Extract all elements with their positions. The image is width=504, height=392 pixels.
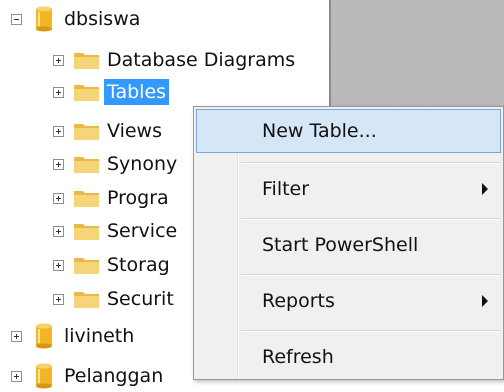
menu-separator — [241, 330, 501, 332]
collapse-icon[interactable] — [11, 13, 22, 25]
folder-label-selected[interactable]: Tables — [104, 79, 170, 105]
submenu-arrow-icon — [482, 295, 488, 307]
tree-folder-tables[interactable]: Tables — [53, 76, 170, 108]
tree-node-pelanggan[interactable]: Pelanggan — [11, 360, 163, 392]
expand-icon[interactable] — [53, 225, 64, 237]
database-label[interactable]: dbsiswa — [64, 6, 140, 32]
folder-label[interactable]: Securit — [107, 286, 174, 312]
tree-folder-security[interactable]: Securit — [53, 283, 174, 315]
expand-icon[interactable] — [53, 125, 64, 137]
context-menu: New Table... Filter Start PowerShell Rep… — [193, 106, 504, 380]
menu-separator — [241, 162, 501, 164]
database-label[interactable]: Pelanggan — [64, 363, 163, 389]
expand-icon[interactable] — [53, 158, 64, 170]
expand-icon[interactable] — [53, 86, 64, 98]
submenu-arrow-icon — [482, 183, 488, 195]
folder-icon — [74, 224, 99, 240]
expand-icon[interactable] — [53, 259, 64, 271]
tree-folder-storage[interactable]: Storag — [53, 249, 170, 281]
database-icon — [36, 323, 52, 349]
menu-item-filter[interactable]: Filter — [196, 167, 501, 211]
folder-label[interactable]: Synony — [107, 151, 177, 177]
folder-label[interactable]: Database Diagrams — [107, 47, 295, 73]
menu-item-start-powershell[interactable]: Start PowerShell — [196, 223, 501, 267]
tree-folder-database-diagrams[interactable]: Database Diagrams — [53, 44, 295, 76]
menu-item-refresh[interactable]: Refresh — [196, 335, 501, 379]
folder-label[interactable]: Views — [107, 118, 162, 144]
folder-label[interactable]: Storag — [107, 252, 170, 278]
expand-icon[interactable] — [53, 54, 64, 66]
menu-item-label: Start PowerShell — [262, 234, 419, 256]
menu-item-label: Filter — [262, 178, 310, 200]
menu-item-new-table[interactable]: New Table... — [196, 109, 501, 153]
folder-label[interactable]: Progra — [107, 185, 169, 211]
expand-icon[interactable] — [53, 293, 64, 305]
tree-node-livineth[interactable]: livineth — [11, 320, 134, 352]
folder-icon — [74, 258, 99, 274]
menu-item-label: Refresh — [262, 346, 334, 368]
database-icon — [36, 363, 52, 389]
folder-icon — [74, 85, 99, 101]
tree-folder-views[interactable]: Views — [53, 115, 162, 147]
expand-icon[interactable] — [53, 192, 64, 204]
folder-icon — [74, 292, 99, 308]
database-icon — [36, 6, 52, 32]
folder-icon — [74, 191, 99, 207]
tree-folder-service-broker[interactable]: Service — [53, 215, 177, 247]
menu-item-reports[interactable]: Reports — [196, 279, 501, 323]
tree-folder-synonyms[interactable]: Synony — [53, 148, 177, 180]
folder-icon — [74, 53, 99, 69]
folder-label[interactable]: Service — [107, 218, 177, 244]
menu-item-label: New Table... — [262, 120, 377, 142]
database-label[interactable]: livineth — [64, 323, 134, 349]
folder-icon — [74, 124, 99, 140]
expand-icon[interactable] — [11, 330, 22, 342]
tree-folder-programmability[interactable]: Progra — [53, 182, 169, 214]
menu-item-label: Reports — [262, 290, 335, 312]
tree-node-dbsiswa[interactable]: dbsiswa — [11, 3, 140, 35]
menu-separator — [241, 274, 501, 276]
menu-separator — [241, 218, 501, 220]
folder-icon — [74, 157, 99, 173]
